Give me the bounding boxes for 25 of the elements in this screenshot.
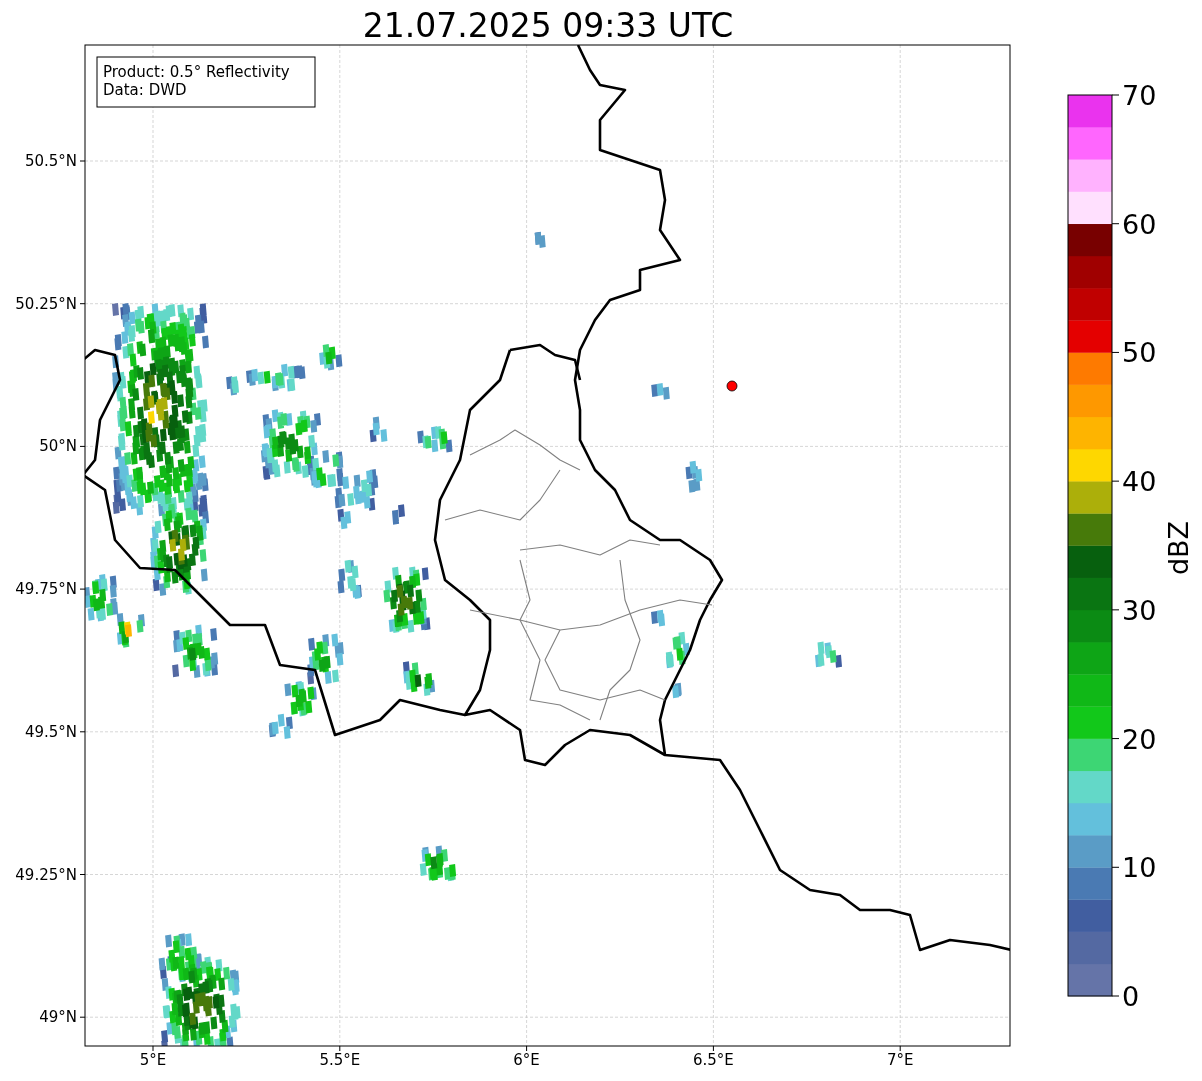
- y-tick-label: 49.5°N: [24, 722, 77, 741]
- y-tick-label: 50.5°N: [24, 152, 77, 170]
- colorbar-tick-label: 20: [1122, 723, 1157, 755]
- y-tick-label: 50.25°N: [15, 294, 77, 313]
- chart-title: 21.07.2025 09:33 UTC: [362, 6, 734, 45]
- colorbar-tick-label: 0: [1122, 981, 1140, 1012]
- y-tick-label: 50°N: [39, 437, 77, 456]
- colorbar-tick-label: 50: [1122, 337, 1157, 369]
- info-text: Product: 0.5° Reflectivity: [103, 63, 290, 81]
- colorbar-tick-label: 40: [1122, 466, 1157, 498]
- y-tick-label: 49°N: [39, 1008, 77, 1027]
- x-tick-label: 5.5°E: [319, 1051, 361, 1069]
- location-marker: [726, 380, 738, 392]
- x-tick-label: 6.5°E: [693, 1051, 734, 1069]
- info-text: Data: DWD: [103, 81, 187, 99]
- colorbar-tick-label: 70: [1122, 80, 1157, 111]
- y-tick-label: 49.25°N: [15, 865, 77, 884]
- colorbar-tick-label: 10: [1122, 852, 1157, 884]
- x-tick-label: 5°E: [139, 1051, 167, 1069]
- y-tick-label: 49.75°N: [15, 580, 77, 599]
- x-tick-label: 7°E: [886, 1051, 914, 1069]
- x-tick-label: 6°E: [513, 1051, 540, 1069]
- colorbar-label: dBZ: [1163, 520, 1194, 576]
- colorbar-tick-label: 60: [1122, 208, 1157, 240]
- colorbar-tick-label: 30: [1122, 594, 1157, 626]
